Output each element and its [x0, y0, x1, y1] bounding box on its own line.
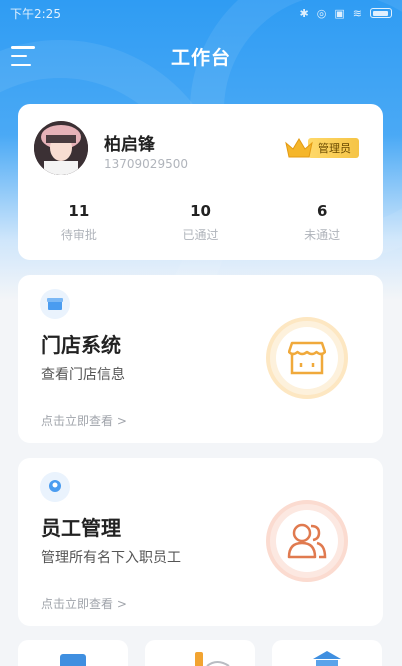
alarm-icon: ◎	[316, 6, 327, 20]
stat-label: 已通过	[182, 228, 219, 242]
feature-title: 门店系统	[41, 333, 121, 357]
store-icon	[266, 317, 348, 399]
role-label: 管理员	[308, 138, 359, 158]
building-icon	[313, 651, 341, 666]
page-title: 工作台	[170, 46, 231, 69]
avatar[interactable]	[34, 121, 88, 175]
feature-desc: 管理所有名下入职员工	[41, 550, 181, 566]
app-bar: 工作台	[0, 38, 402, 74]
battery-icon	[370, 8, 392, 18]
approval-stats: 11 待审批 10 已通过 6 未通过	[18, 202, 383, 243]
store-small-icon	[40, 289, 70, 319]
stat-label: 待审批	[60, 228, 97, 242]
wifi-icon: ≋	[352, 6, 362, 20]
status-icons: ✱ ◎ ▣ ≋	[300, 7, 392, 20]
stat-value: 6	[316, 202, 328, 220]
stat-approved[interactable]: 10 已通过	[140, 202, 262, 243]
contact-icon	[60, 654, 86, 666]
status-bar: 下午2:25 ✱ ◎ ▣ ≋	[0, 0, 402, 26]
bottom-tile-3[interactable]	[272, 640, 382, 666]
staff-management-card[interactable]: 员工管理 管理所有名下入职员工 点击立即查看 >	[18, 458, 383, 626]
stat-value: 10	[190, 202, 211, 220]
tools-icon	[195, 652, 230, 666]
bluetooth-icon: ✱	[299, 6, 309, 20]
stat-pending[interactable]: 11 待审批	[18, 202, 140, 243]
feature-title: 员工管理	[41, 516, 121, 540]
bottom-tile-1[interactable]	[18, 640, 128, 666]
crown-icon	[285, 138, 313, 158]
profile-card: 柏启锋 13709029500 管理员 11 待审批 10 已通过 6 未通过	[18, 104, 383, 260]
user-name: 柏启锋	[104, 135, 155, 155]
menu-icon[interactable]	[11, 46, 35, 66]
store-system-card[interactable]: 门店系统 查看门店信息 点击立即查看 >	[18, 275, 383, 443]
role-badge: 管理员	[284, 137, 359, 159]
status-time: 下午2:25	[10, 6, 61, 21]
stat-value: 11	[68, 202, 90, 220]
staff-icon	[266, 500, 348, 582]
stat-label: 未通过	[304, 228, 341, 242]
sim-icon: ▣	[334, 6, 345, 20]
user-phone: 13709029500	[104, 157, 188, 171]
bottom-tile-2[interactable]	[145, 640, 255, 666]
feature-link[interactable]: 点击立即查看 >	[41, 595, 127, 612]
feature-desc: 查看门店信息	[41, 367, 125, 383]
staff-small-icon	[40, 472, 70, 502]
feature-link[interactable]: 点击立即查看 >	[41, 412, 127, 429]
stat-rejected[interactable]: 6 未通过	[261, 202, 383, 243]
